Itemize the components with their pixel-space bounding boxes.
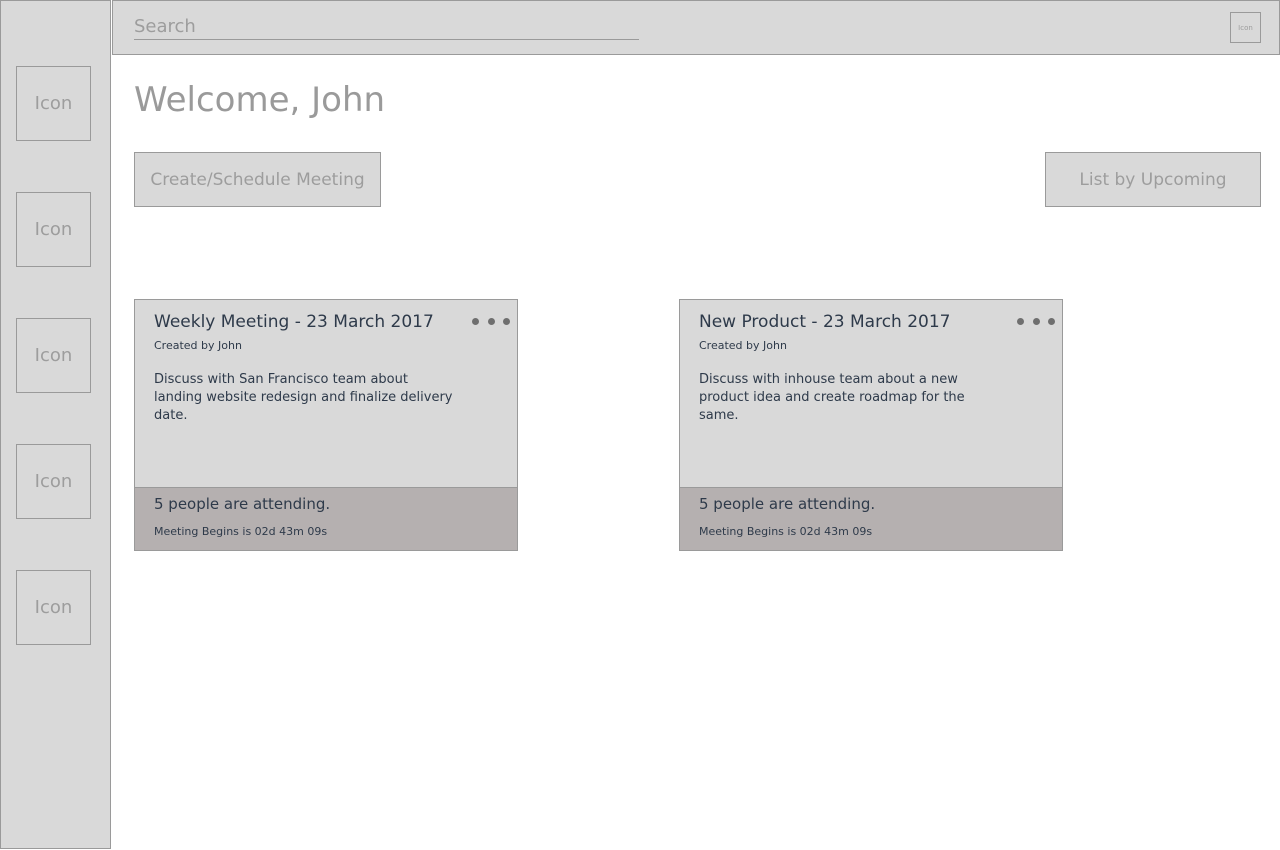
search-input[interactable] <box>134 13 639 40</box>
meeting-card[interactable]: New Product - 23 March 2017 Created by J… <box>679 299 1063 551</box>
meeting-countdown: Meeting Begins is 02d 43m 09s <box>699 525 873 538</box>
meeting-author: Created by John <box>154 339 242 352</box>
meeting-card[interactable]: Weekly Meeting - 23 March 2017 Created b… <box>134 299 518 551</box>
sidebar-icon-placeholder: Icon <box>34 597 73 618</box>
sidebar-item-1[interactable]: Icon <box>16 66 91 141</box>
meeting-footer: 5 people are attending. Meeting Begins i… <box>680 487 1062 550</box>
more-options-icon[interactable] <box>472 314 510 328</box>
meeting-countdown: Meeting Begins is 02d 43m 09s <box>154 525 328 538</box>
sidebar-item-5[interactable]: Icon <box>16 570 91 645</box>
sidebar-icon-placeholder: Icon <box>34 93 73 114</box>
sidebar-icon-placeholder: Icon <box>34 345 73 366</box>
meeting-title: New Product - 23 March 2017 <box>699 312 951 332</box>
meeting-description: Discuss with inhouse team about a new pr… <box>699 372 965 423</box>
more-options-icon[interactable] <box>1017 314 1055 328</box>
meeting-author: Created by John <box>699 339 787 352</box>
attendee-count: 5 people are attending. <box>699 495 876 513</box>
page-title: Welcome, John <box>134 80 386 120</box>
header-icon-placeholder: Icon <box>1238 23 1253 32</box>
attendee-count: 5 people are attending. <box>154 495 331 513</box>
list-by-upcoming-button[interactable]: List by Upcoming <box>1045 152 1261 207</box>
sidebar-icon-placeholder: Icon <box>34 471 73 492</box>
sidebar-item-2[interactable]: Icon <box>16 192 91 267</box>
sidebar-icon-placeholder: Icon <box>34 219 73 240</box>
top-bar: Icon <box>112 0 1280 55</box>
sidebar: Icon Icon Icon Icon Icon <box>0 0 111 849</box>
meeting-footer: 5 people are attending. Meeting Begins i… <box>135 487 517 550</box>
sidebar-item-4[interactable]: Icon <box>16 444 91 519</box>
create-schedule-meeting-button[interactable]: Create/Schedule Meeting <box>134 152 381 207</box>
sidebar-item-3[interactable]: Icon <box>16 318 91 393</box>
meeting-description: Discuss with San Francisco team about la… <box>154 372 453 423</box>
meeting-title: Weekly Meeting - 23 March 2017 <box>154 312 434 332</box>
header-icon-button[interactable]: Icon <box>1230 12 1261 43</box>
